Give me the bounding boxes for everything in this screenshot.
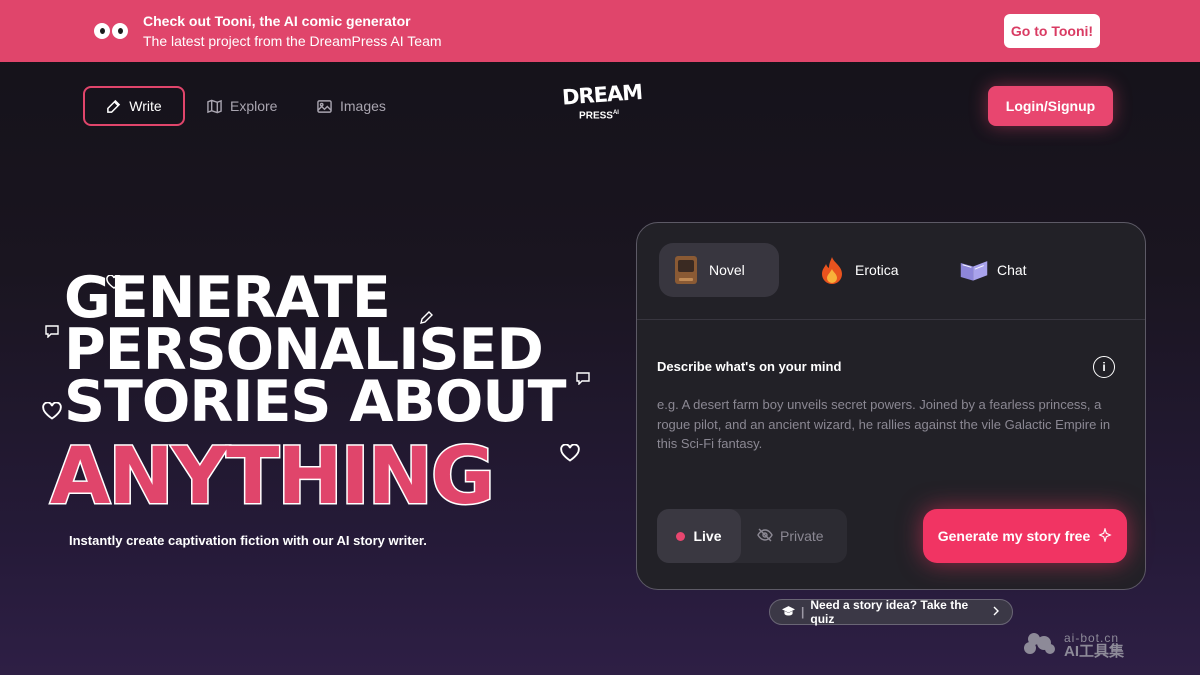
chat-book-icon: [959, 255, 989, 285]
watermark-name: AI工具集: [1064, 643, 1125, 660]
card-divider: [637, 319, 1145, 320]
quiz-separator: |: [801, 605, 805, 619]
live-dot-icon: [676, 531, 686, 541]
nav-images-link[interactable]: Images: [317, 96, 386, 116]
flame-icon: [817, 255, 847, 285]
tab-chat-label: Chat: [997, 262, 1027, 278]
heart-doodle-icon: [106, 275, 122, 289]
eye-off-icon: [757, 527, 773, 546]
speech-bubble-doodle-icon: [45, 325, 59, 338]
book-icon: [671, 255, 701, 285]
pencil-doodle-icon: [420, 311, 433, 324]
promo-banner: Check out Tooni, the AI comic generator …: [0, 0, 1200, 62]
hero-highlight-word: ANYTHING: [49, 431, 497, 524]
story-generator-card: Novel Erotica Chat Describe what's on yo…: [636, 222, 1146, 590]
logo-line1: DREAM: [561, 80, 643, 110]
hero-heading: GENERATE PERSONALISED STORIES ABOUT: [64, 270, 604, 435]
watermark-logo-icon: [1022, 631, 1058, 660]
tab-erotica-label: Erotica: [855, 262, 899, 278]
image-icon: [317, 99, 332, 114]
hero-subtitle: Instantly create captivation fiction wit…: [69, 533, 427, 548]
speech-bubble-doodle-icon: [576, 372, 590, 385]
graduation-cap-icon: [782, 605, 795, 620]
visibility-private-label: Private: [780, 528, 824, 544]
story-quiz-link[interactable]: | Need a story idea? Take the quiz: [769, 598, 1013, 626]
go-to-tooni-button[interactable]: Go to Tooni!: [1004, 14, 1100, 48]
story-prompt-input[interactable]: [657, 395, 1117, 485]
tab-erotica[interactable]: Erotica: [805, 243, 915, 297]
heart-doodle-icon: [42, 402, 62, 420]
nav-explore-link[interactable]: Explore: [207, 96, 277, 116]
visibility-toggle: Live Private: [657, 509, 847, 563]
visibility-private-option[interactable]: Private: [757, 509, 847, 563]
info-icon[interactable]: i: [1093, 356, 1115, 378]
chevron-right-icon: [992, 605, 1000, 619]
sparkle-icon: [1098, 526, 1112, 545]
login-signup-button[interactable]: Login/Signup: [988, 86, 1113, 126]
visibility-live-option[interactable]: Live: [657, 509, 741, 563]
heart-doodle-icon: [560, 444, 580, 462]
banner-text: Check out Tooni, the AI comic generator …: [143, 11, 442, 51]
banner-title: Check out Tooni, the AI comic generator: [143, 13, 411, 29]
tab-chat[interactable]: Chat: [947, 243, 1043, 297]
dreampress-logo[interactable]: DREAM PRESSAI: [561, 80, 643, 130]
prompt-label: Describe what's on your mind: [657, 359, 842, 374]
map-icon: [207, 99, 222, 114]
watermark: ai-bot.cn AI工具集: [1022, 630, 1124, 660]
nav-explore-label: Explore: [230, 98, 278, 114]
generate-story-button[interactable]: Generate my story free: [923, 509, 1127, 563]
tab-novel-label: Novel: [709, 262, 745, 278]
nav-write-button[interactable]: Write: [83, 86, 185, 126]
generate-label: Generate my story free: [937, 528, 1091, 544]
tab-novel[interactable]: Novel: [659, 243, 779, 297]
nav-images-label: Images: [340, 98, 386, 114]
quiz-label: Need a story idea? Take the quiz: [810, 598, 969, 626]
visibility-live-label: Live: [693, 528, 722, 544]
banner-subtitle: The latest project from the DreamPress A…: [143, 33, 442, 49]
hero-line3: STORIES ABOUT: [64, 369, 567, 435]
tooni-logo-icon: [94, 20, 128, 42]
pencil-icon: [106, 99, 121, 114]
nav-write-label: Write: [129, 98, 162, 114]
